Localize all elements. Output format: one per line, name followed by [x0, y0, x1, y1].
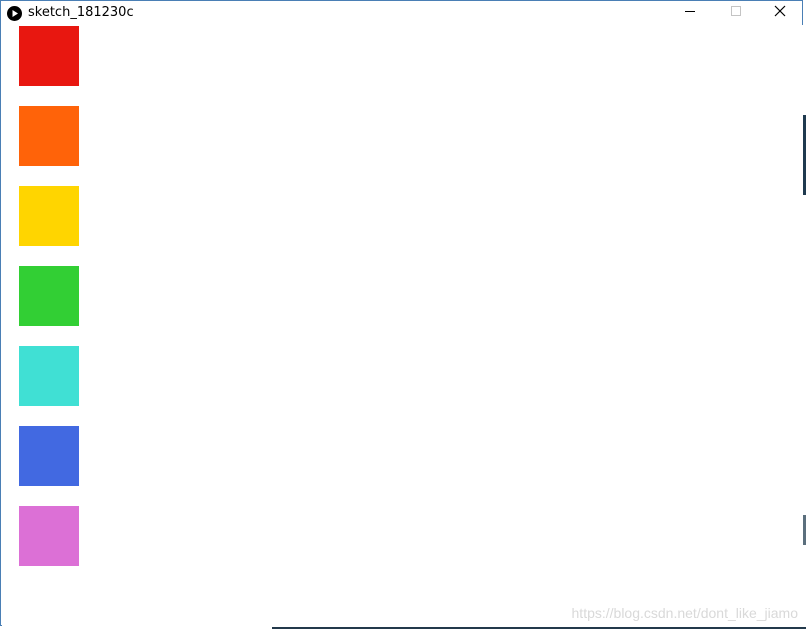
color-swatch-blue [19, 426, 79, 486]
color-swatch-orange [19, 106, 79, 166]
title-bar[interactable]: sketch_181230c [1, 1, 802, 25]
window-title: sketch_181230c [28, 5, 134, 20]
play-icon[interactable] [7, 6, 22, 21]
color-swatch-red [19, 26, 79, 86]
minimize-button[interactable] [667, 1, 713, 25]
close-button[interactable] [757, 1, 803, 25]
sketch-canvas[interactable] [2, 25, 803, 626]
maximize-icon [730, 4, 742, 22]
color-swatch-turquoise [19, 346, 79, 406]
color-swatch-yellow [19, 186, 79, 246]
minimize-icon [684, 4, 696, 22]
color-swatch-orchid [19, 506, 79, 566]
close-icon [774, 4, 786, 22]
maximize-button[interactable] [713, 1, 759, 25]
color-swatch-green [19, 266, 79, 326]
watermark-text: https://blog.csdn.net/dont_like_jiamo [571, 605, 798, 621]
sketch-window: sketch_181230c [0, 0, 803, 626]
